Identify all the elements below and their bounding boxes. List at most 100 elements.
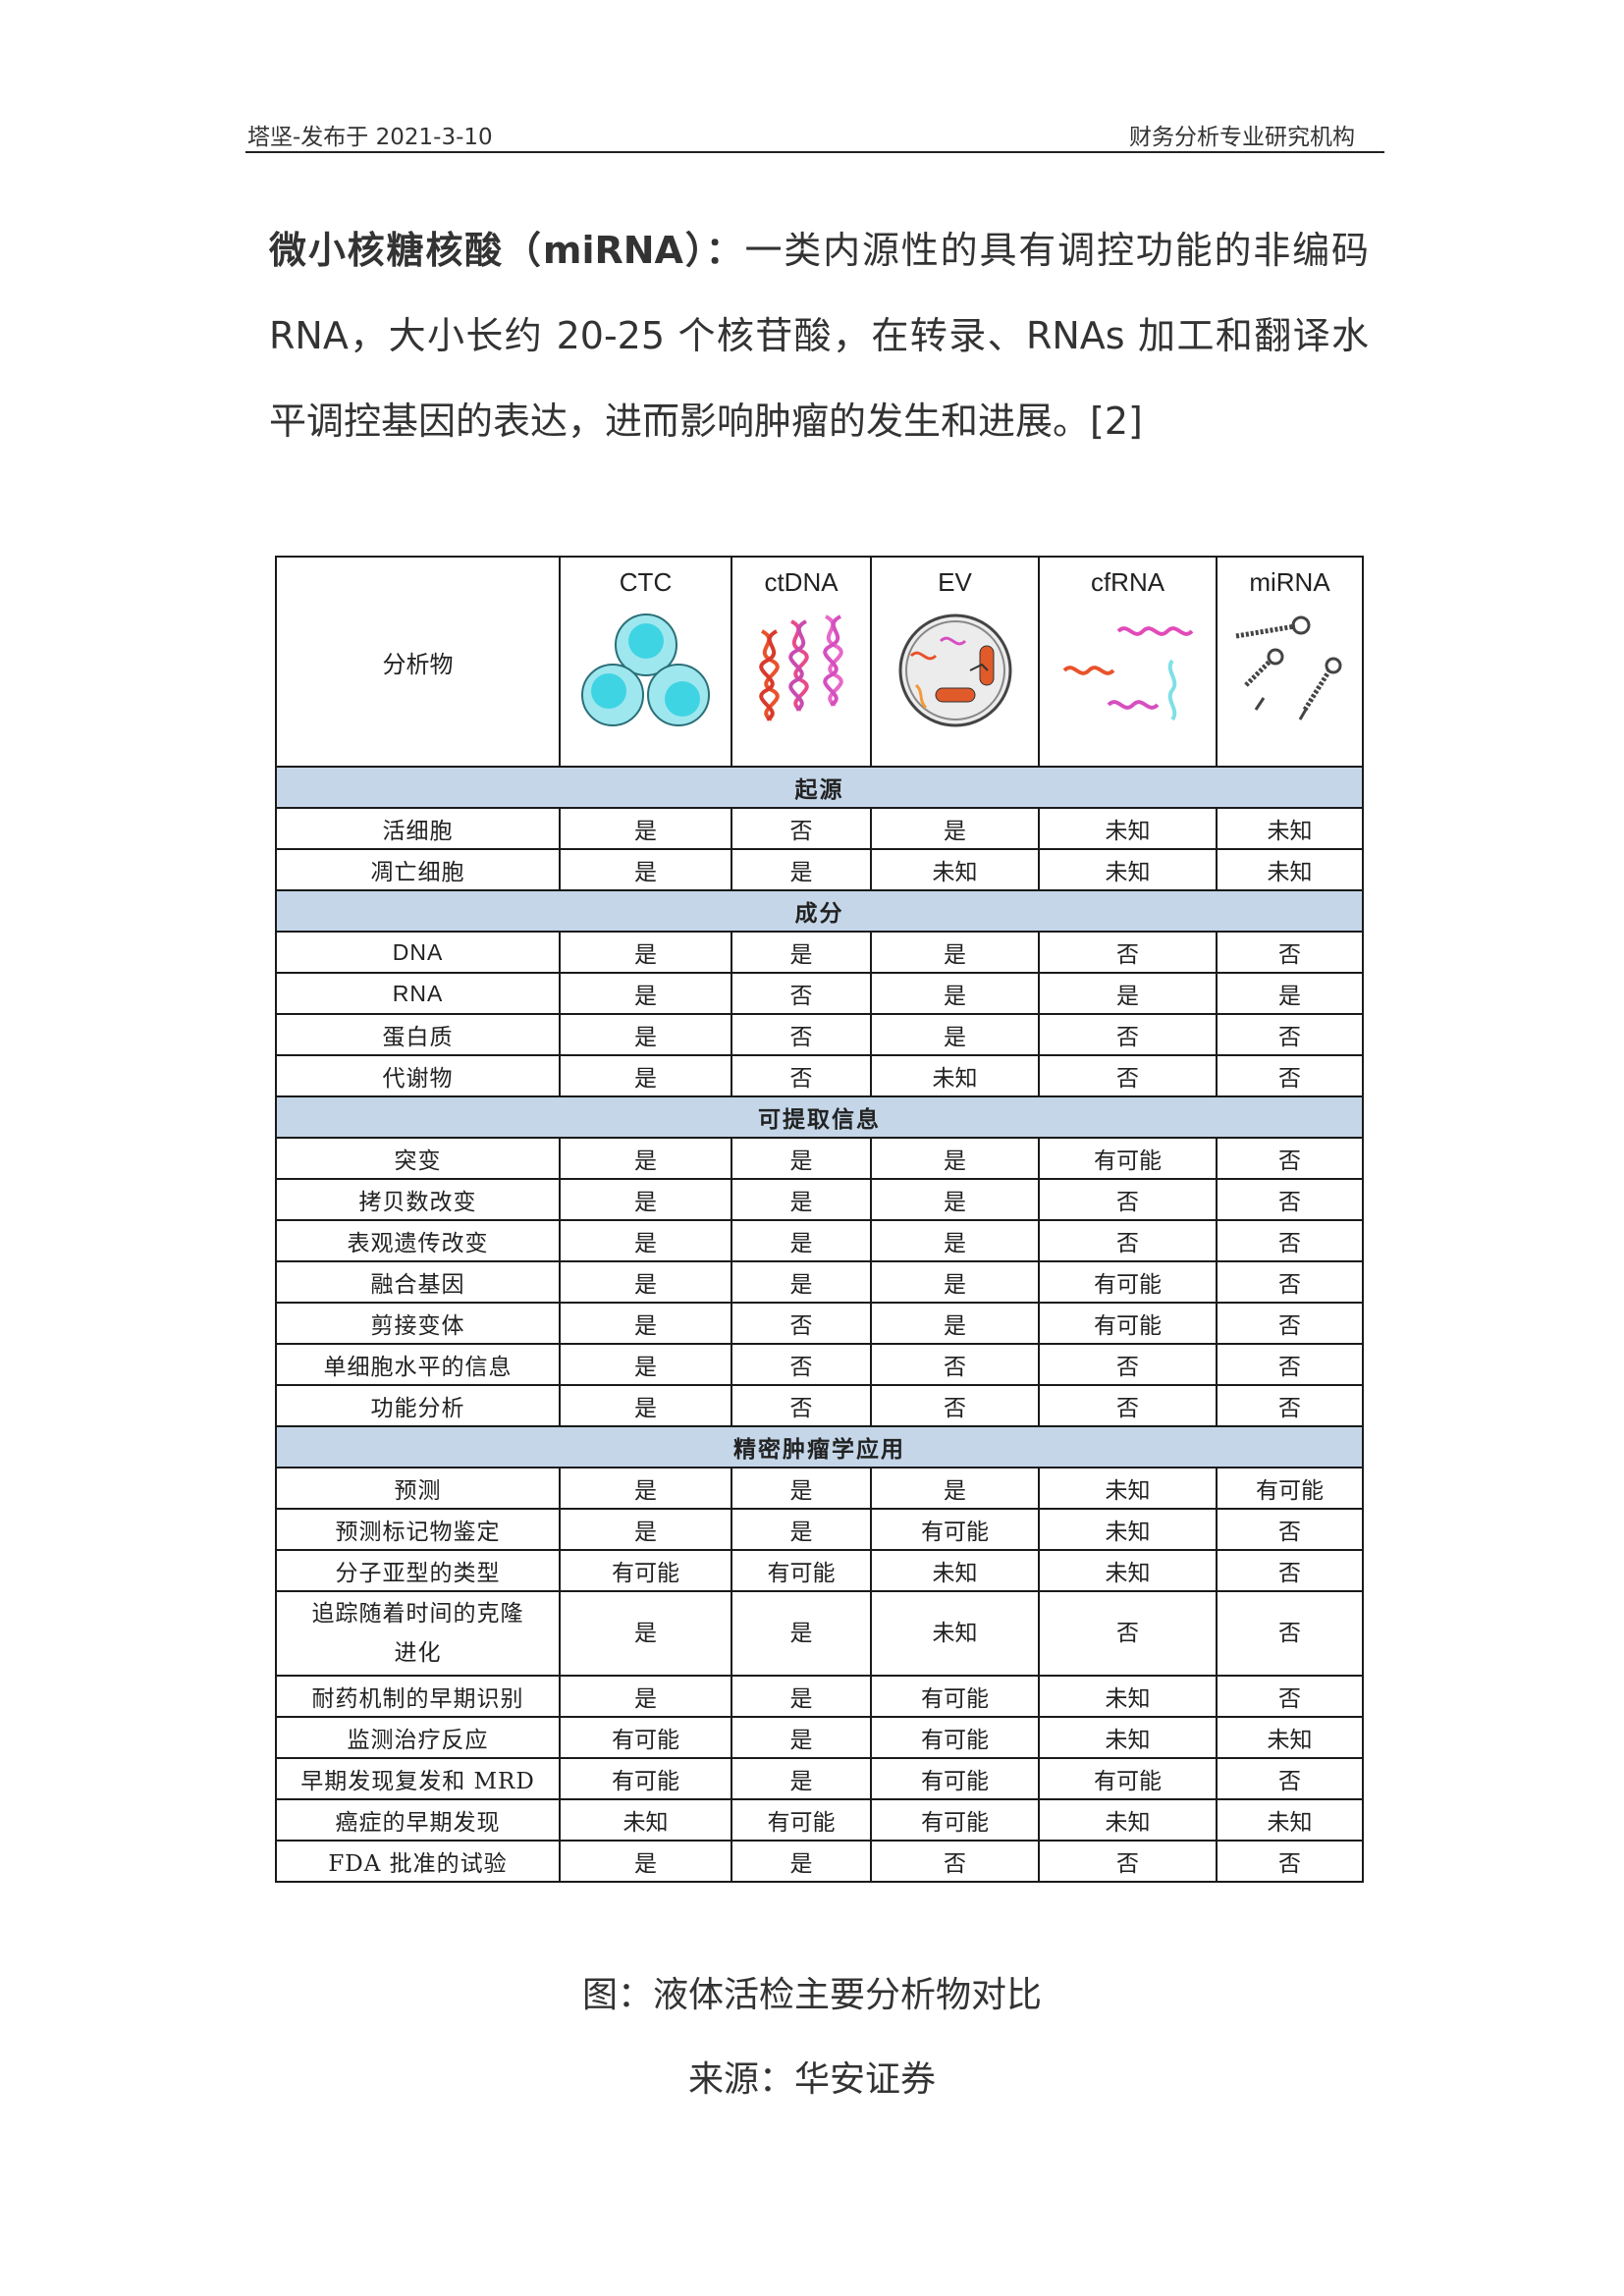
table-cell: 是 (559, 1590, 732, 1677)
table-cell: 有可能 (1038, 1302, 1218, 1345)
table-cell: 是 (731, 931, 872, 974)
table-cell: 有可能 (559, 1757, 732, 1800)
table-cell: 否 (731, 972, 872, 1015)
table-cell: 否 (1038, 1178, 1218, 1221)
table-row: 蛋白质是否是否否 (275, 1013, 1364, 1056)
table-row: 代谢物是否未知否否 (275, 1054, 1364, 1097)
row-label: 追踪随着时间的克隆进化 (275, 1590, 561, 1677)
table-cell: 未知 (1038, 1675, 1218, 1718)
section-row: 成分 (275, 889, 1364, 933)
table-cell: 有可能 (870, 1508, 1040, 1551)
table-cell: 有可能 (870, 1675, 1040, 1718)
table-cell: 否 (1038, 1840, 1218, 1883)
table-cell: 未知 (559, 1798, 732, 1842)
cells-icon (580, 614, 710, 726)
table-row: 耐药机制的早期识别是是有可能 未知否 (275, 1675, 1364, 1718)
table-row: 单细胞水平的信息是否否否否 (275, 1343, 1364, 1386)
table-cell: 是 (559, 1675, 732, 1718)
table-cell: 未知 (1216, 807, 1364, 850)
table-cell: 是 (1038, 972, 1218, 1015)
table-cell: 否 (1038, 1384, 1218, 1427)
table-cell: 否 (870, 1840, 1040, 1883)
table-cell: 未知 (1038, 807, 1218, 850)
table-cell: 是 (559, 1137, 732, 1180)
table-cell: 是 (731, 848, 872, 891)
table-cell: 否 (731, 1054, 872, 1097)
header-publish-info: 塔坚-发布于 2021-3-10 (247, 125, 493, 150)
table-cell: 未知 (1038, 848, 1218, 891)
table-cell: 否 (731, 1343, 872, 1386)
row-label: FDA 批准的试验 (275, 1840, 561, 1883)
table-cell: 是 (731, 1716, 872, 1759)
table-cell: 否 (1038, 1013, 1218, 1056)
mirna-hairpin-icon (1235, 615, 1341, 721)
table-cell: 否 (1216, 1260, 1364, 1304)
table-cell: 是 (731, 1137, 872, 1180)
section-title: 可提取信息 (275, 1095, 1364, 1139)
section-title: 成分 (275, 889, 1364, 933)
column-mirna: miRNA (1216, 556, 1364, 768)
vesicle-icon (898, 614, 1011, 727)
table-cell: 是 (559, 1508, 732, 1551)
table-cell: 是 (559, 1302, 732, 1345)
table-cell: 是 (559, 1384, 732, 1427)
intro-paragraph: 微小核糖核酸（miRNA）：一类内源性的具有调控功能的非编码RNA，大小长约 2… (269, 208, 1369, 464)
table-cell: 否 (1216, 1013, 1364, 1056)
column-ctc: CTC (559, 556, 732, 768)
table-cell: 是 (731, 1590, 872, 1677)
table-cell: 是 (559, 1219, 732, 1262)
table-cell: 否 (731, 1302, 872, 1345)
table-cell: 否 (1038, 1054, 1218, 1097)
table-cell: 是 (559, 1054, 732, 1097)
table-row: 癌症的早期发现 未知 有可能 有可能 未知 未知 (275, 1798, 1364, 1842)
table-cell: 有可能 (1038, 1757, 1218, 1800)
table-cell: 是 (870, 931, 1040, 974)
table-row: 凋亡细胞是是未知 未知 未知 (275, 848, 1364, 891)
row-label: 代谢物 (275, 1054, 561, 1097)
table-row: 功能分析是否否否否 (275, 1384, 1364, 1427)
table-cell: 是 (559, 1343, 732, 1386)
table-row: 监测治疗反应 有可能是有可能 未知 未知 (275, 1716, 1364, 1759)
table-cell: 有可能 (870, 1798, 1040, 1842)
table-cell: 有可能 (559, 1549, 732, 1592)
mirna-term: 微小核糖核酸（miRNA）： (269, 229, 745, 272)
table-cell: 否 (1216, 1219, 1364, 1262)
row-label: 蛋白质 (275, 1013, 561, 1056)
row-label: 融合基因 (275, 1260, 561, 1304)
table-row: 拷贝数改变是是是否否 (275, 1178, 1364, 1221)
table-cell: 未知 (1216, 1798, 1364, 1842)
table-cell: 否 (1216, 1549, 1364, 1592)
table-cell: 否 (1216, 1840, 1364, 1883)
table-cell: 未知 (1038, 1798, 1218, 1842)
table-cell: 否 (1038, 1219, 1218, 1262)
column-label: EV (938, 567, 972, 597)
table-cell: 否 (731, 1013, 872, 1056)
row-label: 预测 (275, 1467, 561, 1510)
table-cell: 否 (731, 807, 872, 850)
row-label: RNA (275, 972, 561, 1015)
row-label: 早期发现复发和 MRD (275, 1757, 561, 1800)
table-cell: 否 (1216, 1508, 1364, 1551)
table-cell: 否 (1216, 1137, 1364, 1180)
table-cell: 否 (1216, 1343, 1364, 1386)
row-label: 耐药机制的早期识别 (275, 1675, 561, 1718)
row-label: 预测标记物鉴定 (275, 1508, 561, 1551)
table-row: RNA 是否是是是 (275, 972, 1364, 1015)
figure-caption: 图：液体活检主要分析物对比 (581, 1975, 1042, 2015)
table-cell: 是 (731, 1675, 872, 1718)
analyte-header: 分析物 (275, 556, 561, 768)
column-cfrna: cfRNA (1038, 556, 1218, 768)
table-cell: 未知 (1038, 1716, 1218, 1759)
table-cell: 是 (870, 1260, 1040, 1304)
table-cell: 有可能 (731, 1549, 872, 1592)
table-cell: 未知 (1216, 848, 1364, 891)
row-label: 凋亡细胞 (275, 848, 561, 891)
table-cell: 否 (870, 1384, 1040, 1427)
table-cell: 是 (1216, 972, 1364, 1015)
table-cell: 否 (1216, 1302, 1364, 1345)
table-cell: 否 (1038, 1590, 1218, 1677)
table-cell: 未知 (870, 848, 1040, 891)
table-cell: 有可能 (870, 1757, 1040, 1800)
section-row: 起源 (275, 766, 1364, 809)
table-cell: 否 (870, 1343, 1040, 1386)
